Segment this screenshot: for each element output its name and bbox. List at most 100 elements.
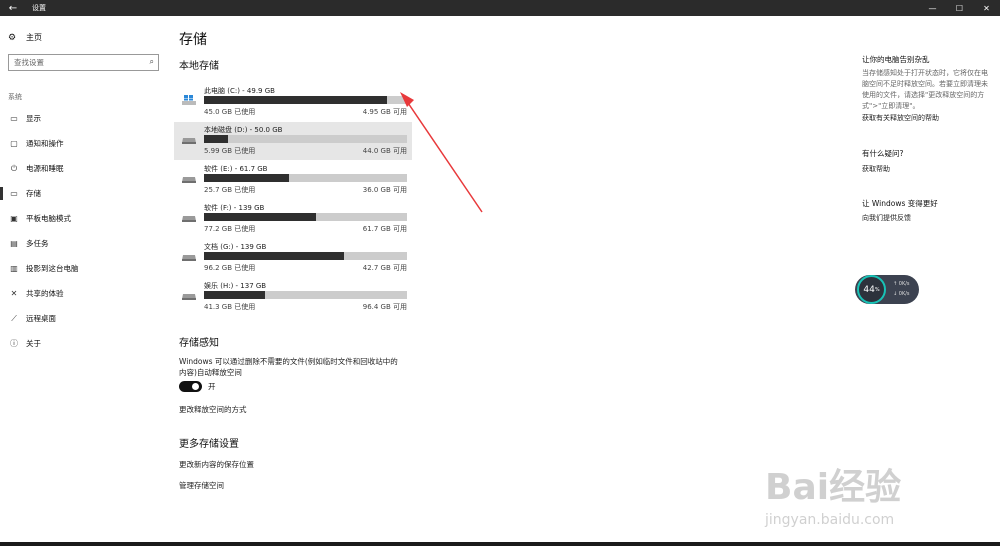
drive-name: 文档 (G:) - 139 GB — [204, 243, 267, 251]
change-save-location-link[interactable]: 更改新内容的保存位置 — [179, 459, 254, 470]
drive-usage-bar — [204, 135, 407, 143]
download-speed: ↓ 0K/s — [893, 291, 910, 297]
sidebar-item-label: 显示 — [26, 114, 41, 123]
search-input[interactable]: 查找设置 ⌕ — [8, 54, 159, 71]
sidebar-item-shared-experience[interactable]: ✕ 共享的体验 — [0, 281, 168, 306]
drive-used: 45.0 GB 已使用 — [204, 108, 256, 116]
back-button[interactable]: ← — [0, 0, 26, 16]
drive-item[interactable]: 此电脑 (C:) - 49.9 GB 45.0 GB 已使用 4.95 GB 可用 — [174, 83, 412, 121]
sidebar-item-label: 电源和睡眠 — [26, 164, 64, 173]
search-placeholder: 查找设置 — [14, 58, 44, 67]
drive-name: 娱乐 (H:) - 137 GB — [204, 282, 267, 290]
maximize-button[interactable]: ☐ — [946, 0, 973, 16]
questions-heading: 有什么疑问? — [862, 149, 904, 158]
drive-item[interactable]: 软件 (F:) - 139 GB 77.2 GB 已使用 61.7 GB 可用 — [174, 200, 412, 238]
drive-item[interactable]: 文档 (G:) - 139 GB 96.2 GB 已使用 42.7 GB 可用 — [174, 239, 412, 277]
sidebar-item-label: 关于 — [26, 339, 41, 348]
drive-icon — [182, 294, 196, 300]
power-icon: ⏻ — [10, 163, 18, 173]
watermark: Bai经验 jingyan.baidu.com — [765, 430, 985, 535]
more-storage-settings-heading: 更多存储设置 — [179, 439, 239, 450]
sidebar-item-notification[interactable]: ▢ 通知和操作 — [0, 131, 168, 156]
sidebar: ⚙ 主页 查找设置 ⌕ 系统 ▭ 显示 ▢ 通知和操作 ⏻ 电源和睡眠 ▭ 存储 ▣ 平板电脑模式… — [0, 16, 168, 546]
notification-icon: ▢ — [10, 139, 18, 148]
local-storage-heading: 本地存储 — [179, 61, 219, 72]
drive-usage-bar — [204, 96, 407, 104]
usage-unit: % — [874, 286, 880, 293]
windows-drive-icon — [182, 95, 196, 105]
storage-sense-description-2: 内容)自动释放空间 — [179, 368, 242, 377]
toggle-switch[interactable] — [179, 381, 202, 392]
upload-speed: ↑ 0K/s — [893, 281, 910, 287]
sidebar-nav: ▭ 显示 ▢ 通知和操作 ⏻ 电源和睡眠 ▭ 存储 ▣ 平板电脑模式 ▤ 多任务 ▥ 投影到这台电脑 ✕ 共享… — [0, 106, 168, 356]
sidebar-item-monitor[interactable]: ▭ 显示 — [0, 106, 168, 131]
free-space-help-link[interactable]: 获取有关释放空间的帮助 — [862, 113, 939, 123]
drive-usage-bar — [204, 213, 407, 221]
drive-usage-fill — [204, 174, 290, 182]
sidebar-item-info[interactable]: ⓘ 关于 — [0, 331, 168, 356]
declutter-heading: 让你的电脑告别杂乱 — [862, 55, 930, 64]
drive-icon — [182, 216, 196, 222]
drive-name: 此电脑 (C:) - 49.9 GB — [204, 87, 275, 95]
usage-percent: 44 — [863, 284, 875, 295]
sidebar-item-label: 投影到这台电脑 — [26, 264, 79, 273]
home-nav-item[interactable]: ⚙ 主页 — [8, 32, 42, 43]
sidebar-item-project[interactable]: ▥ 投影到这台电脑 — [0, 256, 168, 281]
minimize-button[interactable]: — — [919, 0, 946, 16]
drive-free: 61.7 GB 可用 — [362, 225, 407, 233]
manage-storage-spaces-link[interactable]: 管理存储空间 — [179, 480, 224, 491]
sidebar-item-remote-desktop[interactable]: ⟋ 远程桌面 — [0, 306, 168, 331]
declutter-description: 当存储感知处于打开状态时，它将仅在电脑空间不足时释放空间。若要立即清理未使用的文… — [862, 69, 988, 110]
drive-usage-fill — [204, 96, 387, 104]
drive-used: 25.7 GB 已使用 — [204, 186, 256, 194]
drive-usage-bar — [204, 291, 407, 299]
drive-free: 42.7 GB 可用 — [362, 264, 407, 272]
drive-item[interactable]: 娱乐 (H:) - 137 GB 41.3 GB 已使用 96.4 GB 可用 — [174, 278, 412, 316]
drive-used: 5.99 GB 已使用 — [204, 147, 256, 155]
sidebar-item-label: 远程桌面 — [26, 314, 56, 323]
drive-usage-fill — [204, 213, 316, 221]
get-help-link[interactable]: 获取帮助 — [862, 164, 890, 174]
sidebar-item-label: 通知和操作 — [26, 139, 64, 148]
drive-usage-fill — [204, 252, 345, 260]
close-button[interactable]: ✕ — [973, 0, 1000, 16]
sidebar-item-storage[interactable]: ▭ 存储 — [0, 181, 168, 206]
sidebar-item-power[interactable]: ⏻ 电源和睡眠 — [0, 156, 168, 181]
toggle-label: 开 — [208, 382, 216, 391]
drive-free: 96.4 GB 可用 — [362, 303, 407, 311]
sidebar-item-label: 共享的体验 — [26, 289, 64, 298]
section-label: 系统 — [8, 93, 22, 101]
arrow-left-icon: ← — [8, 2, 18, 14]
network-speed-widget[interactable]: 44% ↑ 0K/s ↓ 0K/s — [855, 275, 919, 304]
storage-sense-description-1: Windows 可以通过删除不需要的文件(例如临时文件和回收站中的 — [179, 357, 398, 366]
drive-usage-fill — [204, 135, 229, 143]
drive-used: 96.2 GB 已使用 — [204, 264, 256, 272]
sidebar-item-label: 存储 — [26, 189, 41, 198]
drive-item[interactable]: 本地磁盘 (D:) - 50.0 GB 5.99 GB 已使用 44.0 GB 可用 — [174, 122, 412, 160]
drive-icon — [182, 177, 196, 183]
drive-name: 软件 (E:) - 61.7 GB — [204, 165, 268, 173]
project-icon: ▥ — [10, 264, 18, 273]
multitask-icon: ▤ — [10, 239, 18, 248]
page-title: 存储 — [179, 32, 207, 48]
search-icon[interactable]: ⌕ — [150, 57, 154, 67]
drive-free: 4.95 GB 可用 — [362, 108, 407, 116]
gear-icon: ⚙ — [8, 32, 17, 43]
drive-item[interactable]: 软件 (E:) - 61.7 GB 25.7 GB 已使用 36.0 GB 可用 — [174, 161, 412, 199]
monitor-icon: ▭ — [10, 114, 18, 123]
drive-usage-fill — [204, 291, 265, 299]
storage-sense-toggle[interactable]: 开 — [179, 381, 216, 392]
window-title: 设置 — [32, 4, 46, 12]
watermark-url: jingyan.baidu.com — [765, 512, 895, 528]
drive-free: 44.0 GB 可用 — [362, 147, 407, 155]
change-free-space-link[interactable]: 更改释放空间的方式 — [179, 404, 247, 415]
sidebar-item-label: 平板电脑模式 — [26, 214, 71, 223]
info-icon: ⓘ — [10, 339, 18, 348]
sidebar-item-multitask[interactable]: ▤ 多任务 — [0, 231, 168, 256]
watermark-logo: Bai经验 — [765, 467, 902, 508]
shared-experience-icon: ✕ — [10, 289, 18, 298]
give-feedback-link[interactable]: 向我们提供反馈 — [862, 213, 911, 223]
sidebar-item-tablet-mode[interactable]: ▣ 平板电脑模式 — [0, 206, 168, 231]
remote-desktop-icon: ⟋ — [11, 313, 17, 323]
drive-used: 41.3 GB 已使用 — [204, 303, 256, 311]
